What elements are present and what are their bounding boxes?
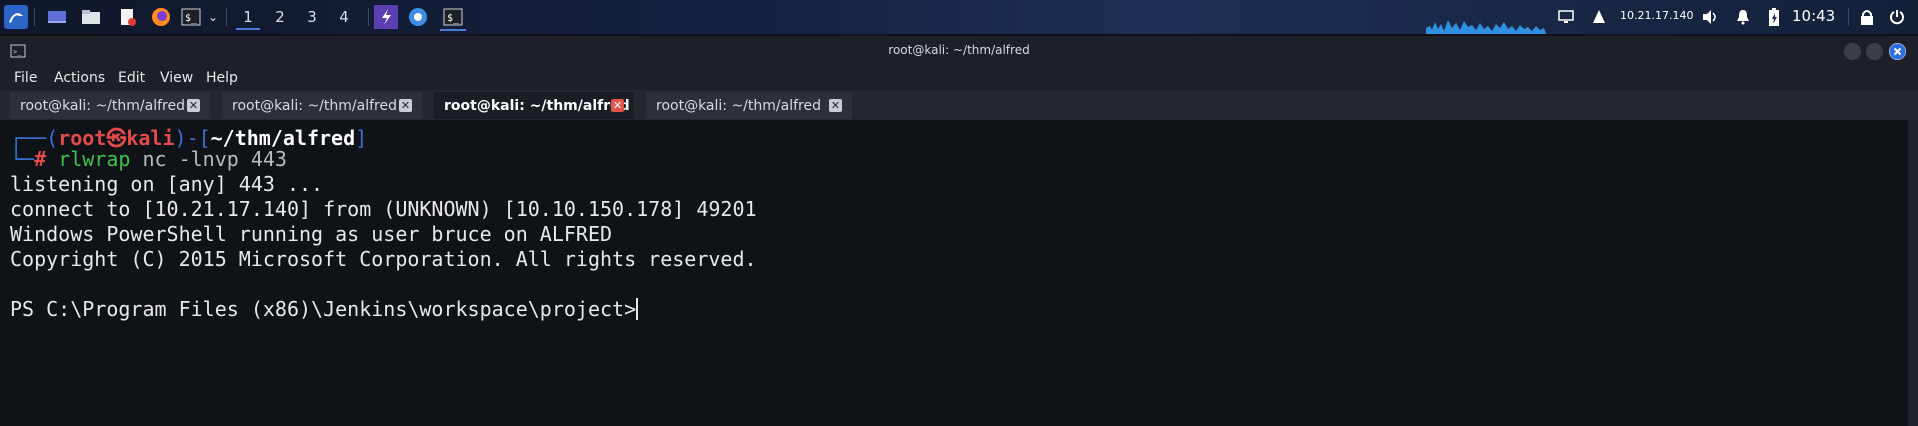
panel-separator [368, 8, 369, 26]
scrollbar[interactable] [1908, 120, 1918, 426]
prompt-line-2: └─# rlwrap nc -lnvp 443 [10, 147, 287, 171]
firefox-icon[interactable] [150, 5, 172, 29]
menu-edit[interactable]: Edit [118, 70, 145, 86]
burp-icon[interactable] [374, 5, 398, 29]
terminal-window: >_ root@kali: ~/thm/alfred File Actions … [0, 36, 1918, 426]
svg-text:$_: $_ [185, 13, 198, 24]
workspace-2[interactable]: 2 [268, 6, 292, 28]
logout-icon[interactable] [1888, 5, 1906, 29]
text-cursor [636, 298, 639, 320]
tab-label: root@kali: ~/thm/alfred [232, 97, 397, 114]
workspace-3[interactable]: 3 [300, 6, 324, 28]
output-line: listening on [any] 443 ... [10, 172, 324, 196]
prompt-hash: # [34, 147, 47, 171]
notification-icon[interactable] [1734, 5, 1752, 29]
close-icon [1889, 43, 1906, 60]
menu-bar: File Actions Edit View Help [0, 66, 1918, 90]
dropdown-icon[interactable]: ⌄ [206, 5, 220, 29]
title-bar[interactable]: >_ root@kali: ~/thm/alfred [0, 36, 1918, 66]
menu-file[interactable]: File [14, 70, 37, 86]
clock[interactable]: 10:43 [1792, 7, 1835, 25]
output-line: connect to [10.21.17.140] from (UNKNOWN)… [10, 197, 757, 221]
powershell-prompt: PS C:\Program Files (x86)\Jenkins\worksp… [10, 297, 637, 321]
desktop-icon[interactable] [46, 5, 68, 29]
minimize-button[interactable] [1844, 43, 1861, 60]
menu-actions[interactable]: Actions [54, 70, 105, 86]
network-graph-icon [1426, 20, 1546, 34]
window-title: root@kali: ~/thm/alfred [888, 43, 1030, 57]
powershell-prompt-line: PS C:\Program Files (x86)\Jenkins\worksp… [10, 297, 639, 321]
tab-label: root@kali: ~/thm/alfred [444, 97, 630, 114]
output-line: Windows PowerShell running as user bruce… [10, 222, 613, 246]
terminal-output[interactable]: ┌──(root㉿kali)-[~/thm/alfred] └─# rlwrap… [0, 120, 1918, 426]
svg-text:$_: $_ [447, 13, 460, 24]
workspace-1[interactable]: 1 [236, 6, 260, 30]
terminal-icon[interactable]: $_ [440, 5, 466, 31]
tab-3[interactable]: root@kali: ~/thm/alfred ✕ [434, 92, 634, 119]
terminal-icon[interactable]: $_ [180, 5, 202, 29]
tab-close-icon[interactable]: ✕ [187, 99, 200, 112]
text-editor-icon[interactable] [116, 5, 138, 29]
tab-label: root@kali: ~/thm/alfred [656, 97, 821, 114]
chromium-icon[interactable] [406, 5, 430, 29]
output-line: Copyright (C) 2015 Microsoft Corporation… [10, 247, 757, 271]
kali-menu-icon[interactable] [4, 5, 28, 29]
panel-separator [1848, 8, 1849, 26]
tab-close-icon[interactable]: ✕ [399, 99, 412, 112]
ip-address: 10.21.17.140 [1620, 9, 1694, 22]
network-icon[interactable] [1590, 5, 1608, 29]
tab-label: root@kali: ~/thm/alfred [20, 97, 185, 114]
menu-help[interactable]: Help [206, 70, 238, 86]
battery-icon [1766, 5, 1782, 29]
panel-separator [34, 8, 35, 26]
command-args: nc -lnvp 443 [130, 147, 287, 171]
volume-icon[interactable] [1700, 5, 1720, 29]
tab-4[interactable]: root@kali: ~/thm/alfred ✕ [646, 92, 852, 119]
display-icon[interactable] [1556, 5, 1576, 29]
tab-bar: root@kali: ~/thm/alfred ✕ root@kali: ~/t… [0, 90, 1918, 120]
tab-2[interactable]: root@kali: ~/thm/alfred ✕ [222, 92, 422, 119]
panel-separator [226, 8, 227, 26]
top-panel: $_ ⌄ 1 2 3 4 $_ 10.21.17.140 10:43 [0, 0, 1918, 34]
close-button[interactable] [1889, 43, 1906, 60]
tab-1[interactable]: root@kali: ~/thm/alfred ✕ [10, 92, 210, 119]
tab-close-icon[interactable]: ✕ [829, 99, 842, 112]
file-manager-icon[interactable] [80, 5, 102, 29]
workspace-4[interactable]: 4 [332, 6, 356, 28]
menu-view[interactable]: View [160, 70, 193, 86]
maximize-button[interactable] [1866, 43, 1883, 60]
command-name: rlwrap [58, 147, 131, 171]
tab-close-icon[interactable]: ✕ [611, 99, 624, 112]
lock-icon[interactable] [1858, 5, 1876, 29]
